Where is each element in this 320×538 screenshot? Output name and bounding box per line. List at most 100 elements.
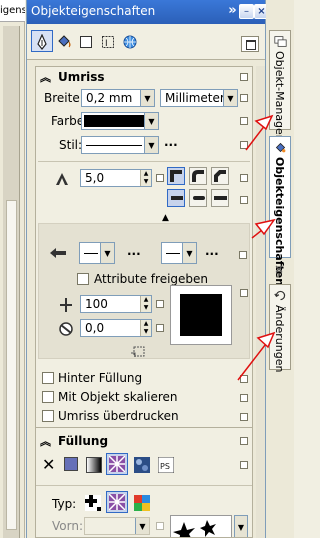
from-color-checkbox[interactable]: [156, 522, 164, 530]
frame-icon[interactable]: [78, 34, 94, 50]
fill-type-row: ✕ PS: [36, 451, 252, 481]
outline-section-header[interactable]: ︽ Umriss: [36, 67, 252, 87]
minimize-button[interactable]: –: [239, 4, 254, 19]
right-docker-tabs: Objekt-Manager Objekteigenschaften × Änd…: [266, 0, 294, 538]
share-attributes-label: Attribute freigeben: [94, 272, 209, 286]
fountain-fill-icon[interactable]: [86, 457, 102, 473]
collapse-chevron-icon[interactable]: ︽: [40, 433, 51, 449]
tab-object-properties[interactable]: Objekteigenschaften: [269, 136, 291, 286]
texture-fill-icon[interactable]: [134, 457, 150, 473]
pattern-fill-selected[interactable]: [106, 453, 128, 475]
tab-changes[interactable]: Änderungen: [269, 284, 291, 372]
corner-bevel-button[interactable]: [211, 167, 229, 185]
fill-type-checkbox[interactable]: [240, 461, 248, 469]
nib-checkbox[interactable]: [240, 289, 248, 297]
uniform-fill-icon[interactable]: [64, 457, 78, 471]
web-globe-icon[interactable]: [122, 34, 138, 50]
text-frame-icon[interactable]: I: [100, 34, 116, 50]
expand-chevron-icon[interactable]: »: [225, 3, 240, 18]
overprint-label: Umriss überdrucken: [58, 409, 179, 423]
nib-shape: [180, 294, 222, 336]
style-dropdown-arrow-icon[interactable]: ▼: [144, 137, 158, 153]
angle-spin-arrows-icon[interactable]: ▲ ▼: [140, 320, 151, 336]
start-arrow-dots[interactable]: ...: [127, 244, 141, 258]
fill-type-label: Typ:: [52, 497, 77, 511]
cap-round-button[interactable]: [189, 189, 207, 207]
left-tab[interactable]: igenscha: [0, 0, 25, 22]
style-checkbox[interactable]: [240, 141, 248, 149]
from-color-combobox[interactable]: ▼: [84, 517, 150, 535]
end-arrow-combobox[interactable]: ▼: [161, 242, 197, 264]
fill-section-header[interactable]: ︽ Füllung: [36, 431, 252, 451]
width-dropdown-arrow-icon[interactable]: ▼: [140, 90, 154, 106]
outline-pen-icon[interactable]: [34, 34, 50, 50]
no-fill-icon[interactable]: ✕: [42, 455, 55, 474]
share-attributes-checkbox[interactable]: [77, 273, 89, 285]
arrow-checkbox[interactable]: [239, 251, 247, 259]
angle-icon: [59, 322, 73, 336]
angle-checkbox[interactable]: [156, 324, 164, 332]
divider: [36, 485, 252, 486]
style-more-dots[interactable]: ...: [164, 135, 178, 149]
left-scrollbar[interactable]: [6, 200, 17, 530]
stretch-spin-arrows-icon[interactable]: ▲ ▼: [140, 296, 151, 312]
corner-sharp-button[interactable]: [167, 167, 185, 185]
start-arrow-dropdown-icon[interactable]: ▼: [100, 243, 114, 263]
stretch-checkbox[interactable]: [156, 300, 164, 308]
pattern-preview[interactable]: [170, 515, 232, 537]
panel-title: Objekteigenschaften: [31, 4, 156, 18]
full-color-pattern-button[interactable]: [106, 491, 128, 513]
dock-toggle-button[interactable]: [241, 36, 259, 52]
scale-with-object-checkbox[interactable]: [42, 391, 54, 403]
fill-section-checkbox[interactable]: [240, 437, 248, 445]
miter-limit-icon: [56, 173, 68, 185]
outline-section-checkbox[interactable]: [240, 73, 248, 81]
cap-butt-button[interactable]: [167, 189, 185, 207]
overprint-checkbox[interactable]: [42, 410, 54, 422]
corner-checkbox[interactable]: [240, 174, 248, 182]
reset-nib-icon[interactable]: [130, 345, 146, 359]
width-checkbox[interactable]: [240, 94, 248, 102]
properties-toolbar: I: [27, 24, 265, 60]
two-color-pattern-icon[interactable]: [84, 495, 102, 511]
panel-scrollbar[interactable]: [256, 66, 265, 538]
collapse-chevron-icon[interactable]: ︽: [40, 69, 51, 85]
from-color-dropdown-icon[interactable]: ▼: [135, 518, 149, 534]
start-arrow-combobox[interactable]: ▼: [79, 242, 115, 264]
color-dropdown-arrow-icon[interactable]: ▼: [144, 113, 158, 129]
scale-state-checkbox[interactable]: [240, 394, 248, 402]
corner-round-button[interactable]: [189, 167, 207, 185]
width-label: Breite:: [44, 91, 84, 105]
start-arrow-preview: [84, 253, 98, 254]
angle-spinbox[interactable]: 0,0 ▲ ▼: [80, 319, 152, 337]
left-docker-strip: igenscha: [0, 0, 25, 538]
end-arrow-dots[interactable]: ...: [205, 244, 219, 258]
style-label: Stil:: [59, 138, 83, 152]
miter-checkbox[interactable]: [156, 174, 164, 182]
cap-checkbox[interactable]: [240, 196, 248, 204]
behind-fill-state-checkbox[interactable]: [240, 375, 248, 383]
bitmap-pattern-icon[interactable]: [134, 495, 150, 511]
width-value: 0,2 mm: [86, 91, 133, 105]
fill-bucket-icon[interactable]: [56, 34, 72, 50]
tab-object-manager[interactable]: Objekt-Manager: [269, 30, 291, 139]
color-picker[interactable]: ▼: [81, 112, 159, 130]
tab-close-icon[interactable]: ×: [274, 262, 284, 276]
end-arrow-dropdown-icon[interactable]: ▼: [182, 243, 196, 263]
style-combobox[interactable]: ▼: [81, 136, 159, 154]
postscript-fill-icon[interactable]: PS: [158, 457, 174, 473]
expand-up-arrow-icon[interactable]: ▲: [162, 213, 169, 223]
miter-spinbox[interactable]: 5,0 ▲ ▼: [80, 169, 152, 187]
panel-titlebar: Objekteigenschaften » – ×: [27, 0, 269, 24]
cap-square-button[interactable]: [211, 189, 229, 207]
unit-combobox[interactable]: Millimeter ▼: [160, 89, 238, 107]
nib-preview[interactable]: [170, 285, 232, 345]
pattern-dropdown-arrow-icon[interactable]: ▼: [234, 515, 248, 537]
unit-dropdown-arrow-icon[interactable]: ▼: [223, 90, 237, 106]
behind-fill-checkbox[interactable]: [42, 372, 54, 384]
overprint-state-checkbox[interactable]: [240, 413, 248, 421]
miter-spin-arrows-icon[interactable]: ▲ ▼: [140, 170, 151, 186]
color-checkbox[interactable]: [240, 117, 248, 125]
width-combobox[interactable]: 0,2 mm ▼: [81, 89, 155, 107]
stretch-spinbox[interactable]: 100 ▲ ▼: [80, 295, 152, 313]
